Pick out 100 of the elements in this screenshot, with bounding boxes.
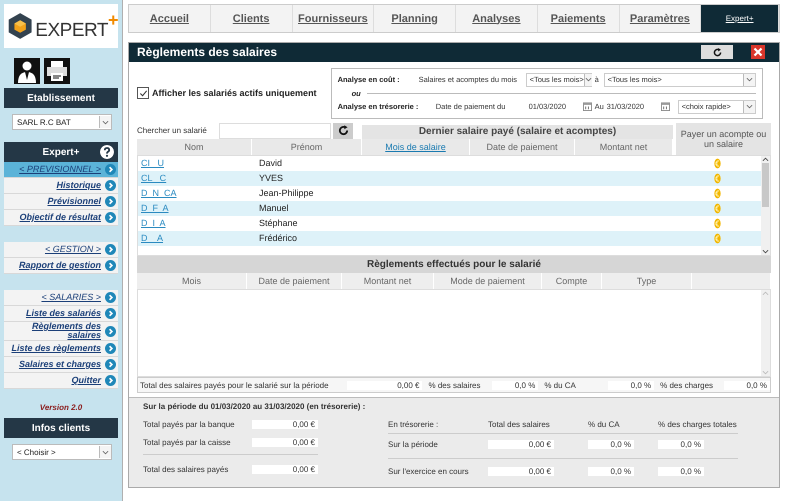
checkbox[interactable]	[137, 87, 149, 100]
ratio-label: % du CA	[544, 380, 577, 390]
menu-item[interactable]: < PREVISIONNEL >	[4, 162, 118, 178]
calendar-icon[interactable]	[582, 102, 592, 112]
summary-value: 0,00 €	[488, 466, 554, 476]
menu-item[interactable]: Historique	[4, 178, 118, 194]
column-header: Total des salaires	[488, 420, 550, 428]
table-cell-text: Frédérico	[258, 233, 298, 244]
chevron-icon	[105, 292, 116, 303]
column-header: % des charges totales	[658, 420, 737, 428]
chevron-icon	[105, 212, 116, 223]
nav-tab[interactable]: Accueil	[129, 5, 211, 32]
caret-icon[interactable]	[742, 100, 755, 113]
table-cell-text: David	[258, 158, 284, 168]
refresh-button[interactable]	[701, 45, 733, 60]
search-label: Chercher un salarié	[137, 126, 208, 136]
column-header: Payer un acompte ou un salaire	[676, 122, 771, 155]
employee-name-link[interactable]: D I A	[138, 218, 253, 228]
printer-icon[interactable]	[44, 58, 70, 84]
summary-label: Sur la période	[388, 440, 438, 448]
employee-name-link[interactable]: CI U	[138, 158, 253, 168]
total-label: Total des salaires payés pour le salarié sur la période	[140, 380, 330, 390]
nav-tab[interactable]: Expert+	[701, 5, 779, 32]
column-header: Prénom	[252, 138, 362, 155]
employee-name-link[interactable]: D N CA	[138, 188, 253, 198]
chevron-icon	[105, 326, 116, 336]
column-header: Montant net	[575, 138, 673, 155]
caret-icon[interactable]	[99, 446, 111, 458]
nav-tab[interactable]: Analyses	[456, 5, 538, 32]
caret-icon[interactable]	[742, 74, 755, 86]
nav-tab[interactable]: Clients	[210, 5, 292, 32]
checkbox-label: Afficher les salariés actifs uniquement	[152, 88, 317, 98]
summary-value: 0,0 %	[658, 440, 704, 448]
summary-label: Total payés par la banque	[143, 420, 235, 428]
menu-item[interactable]: Rapport de gestion	[4, 258, 118, 274]
table-cell-text: Stéphane	[258, 218, 299, 228]
chevron-icon	[105, 375, 116, 386]
refresh-button[interactable]	[333, 122, 353, 139]
menu-item[interactable]: Liste des salariés	[4, 306, 118, 322]
summary-value: 0,0 %	[588, 440, 634, 448]
chevron-icon	[105, 164, 116, 175]
summary-label: Sur l'exercice en cours	[388, 466, 469, 476]
search-field[interactable]	[219, 122, 331, 139]
menu-item[interactable]: < SALARIES >	[4, 290, 118, 306]
table-cell-text: YVES	[258, 173, 284, 184]
menu-item[interactable]: Prévisionnel	[4, 194, 118, 210]
refresh-icon	[712, 46, 722, 58]
chevron-icon	[105, 180, 116, 191]
chevron-icon	[105, 343, 116, 354]
menu-item[interactable]: Règlements des salaires	[4, 322, 118, 341]
summary-value: 0,00 €	[252, 464, 318, 474]
chevron-icon	[105, 308, 116, 319]
caret-icon[interactable]	[584, 74, 592, 86]
summary-value: 0,0 %	[658, 466, 704, 476]
total-value: 0,00 €	[347, 380, 422, 390]
column-header: Date de paiement	[470, 138, 575, 155]
chevron-icon	[105, 244, 116, 255]
refresh-icon	[336, 124, 350, 138]
group-heading: Dernier salaire payé (salaire et acomptes)	[362, 124, 673, 139]
nav-tab[interactable]: Planning	[374, 5, 456, 32]
menu-item[interactable]: Liste des règlements	[4, 341, 118, 357]
column-header: En trésorerie :	[388, 420, 438, 428]
scroll-up-icon[interactable]	[762, 156, 769, 163]
summary-label: Total payés par la caisse	[143, 438, 231, 446]
chevron-icon	[105, 359, 116, 370]
establishment-select[interactable]: SARL R.C BAT	[12, 114, 112, 130]
summary-value: 0,00 €	[252, 438, 318, 446]
section-heading: Infos clients	[4, 418, 118, 438]
table-cell-text: Jean-Philippe	[258, 188, 315, 198]
summary-value: 0,00 €	[252, 420, 318, 428]
scroll-down-icon[interactable]	[762, 248, 769, 255]
column-header[interactable]: Mois de salaire	[362, 138, 470, 155]
menu-item[interactable]: Quitter	[4, 373, 118, 389]
section-heading: Expert+	[4, 142, 118, 162]
version-label: Version 2.0	[38, 403, 84, 412]
menu-item[interactable]: Objectif de résultat	[4, 210, 118, 226]
menu-item[interactable]: < GESTION >	[4, 242, 118, 258]
summary-label: Total des salaires payés	[143, 464, 228, 474]
help-icon[interactable]	[100, 145, 114, 159]
menu-item[interactable]: Salaires et charges	[4, 357, 118, 373]
employee-icon[interactable]	[14, 58, 40, 84]
nav-tab[interactable]: Paiements	[538, 5, 620, 32]
summary-value: 0,0 %	[588, 466, 634, 476]
column-header: Nom	[137, 138, 252, 155]
nav-tab[interactable]: Fournisseurs	[292, 5, 374, 32]
chevron-icon	[105, 196, 116, 207]
scrollbar[interactable]	[761, 156, 770, 255]
summary-value: 0,00 €	[488, 440, 554, 448]
section-heading: Règlements effectués pour le salarié	[137, 256, 771, 273]
ratio-label: % des salaires	[428, 380, 482, 390]
ratio-label: % des charges	[660, 380, 714, 390]
caret-icon[interactable]	[99, 116, 111, 128]
close-icon[interactable]	[751, 45, 765, 60]
client-select[interactable]: < Choisir >	[12, 444, 112, 460]
chevron-icon	[105, 260, 116, 271]
calendar-icon[interactable]	[660, 102, 670, 112]
ratio-value: 0,0 %	[492, 380, 538, 390]
summary-title: Sur la période du 01/03/2020 au 31/03/2020 (en trésorerie) :	[143, 402, 366, 411]
table-cell-text: Manuel	[258, 203, 290, 214]
panel-title: Règlements des salaires	[137, 45, 278, 60]
